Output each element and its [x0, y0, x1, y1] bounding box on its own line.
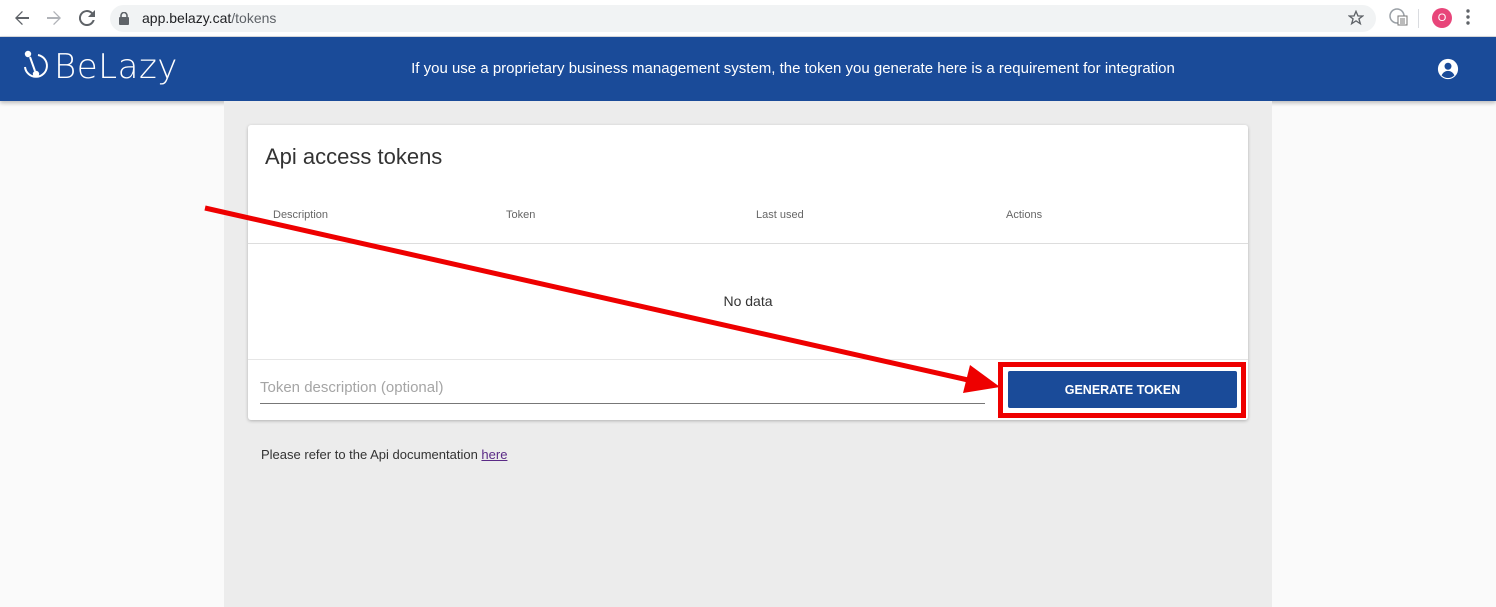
- documentation-link[interactable]: here: [481, 447, 507, 462]
- address-bar[interactable]: app.belazy.cat/tokens: [110, 5, 1376, 32]
- documentation-note-text: Please refer to the Api documentation: [261, 447, 482, 462]
- documentation-note: Please refer to the Api documentation he…: [261, 447, 507, 462]
- menu-icon[interactable]: [1466, 8, 1470, 31]
- reload-icon[interactable]: [75, 6, 99, 30]
- empty-state-text: No data: [723, 293, 773, 309]
- column-header-token[interactable]: Token: [506, 209, 535, 221]
- annotation-highlight-box: [998, 362, 1246, 418]
- extension-icon[interactable]: [1389, 7, 1409, 32]
- table-header-divider: [248, 243, 1248, 244]
- column-header-last-used[interactable]: Last used: [756, 209, 804, 221]
- column-header-actions: Actions: [1006, 209, 1043, 221]
- toolbar-separator: [1418, 9, 1419, 28]
- account-icon[interactable]: [1437, 58, 1459, 85]
- card-title: Api access tokens: [265, 144, 443, 169]
- app-header: BeLazy If you use a proprietary business…: [0, 37, 1496, 101]
- url-path: /tokens: [231, 10, 277, 26]
- column-header-description[interactable]: Description: [273, 209, 328, 221]
- token-description-input[interactable]: [260, 372, 985, 404]
- star-icon[interactable]: [1347, 9, 1365, 31]
- lock-icon: [119, 11, 129, 30]
- browser-toolbar: app.belazy.cat/tokens O: [0, 0, 1496, 37]
- forward-icon[interactable]: [42, 6, 66, 30]
- url-host: app.belazy.cat: [142, 10, 232, 26]
- url-text: app.belazy.cat/tokens: [142, 10, 276, 26]
- card-footer-divider: [248, 359, 1248, 360]
- profile-avatar[interactable]: O: [1432, 8, 1452, 28]
- back-icon[interactable]: [10, 6, 34, 30]
- header-message: If you use a proprietary business manage…: [411, 60, 1175, 77]
